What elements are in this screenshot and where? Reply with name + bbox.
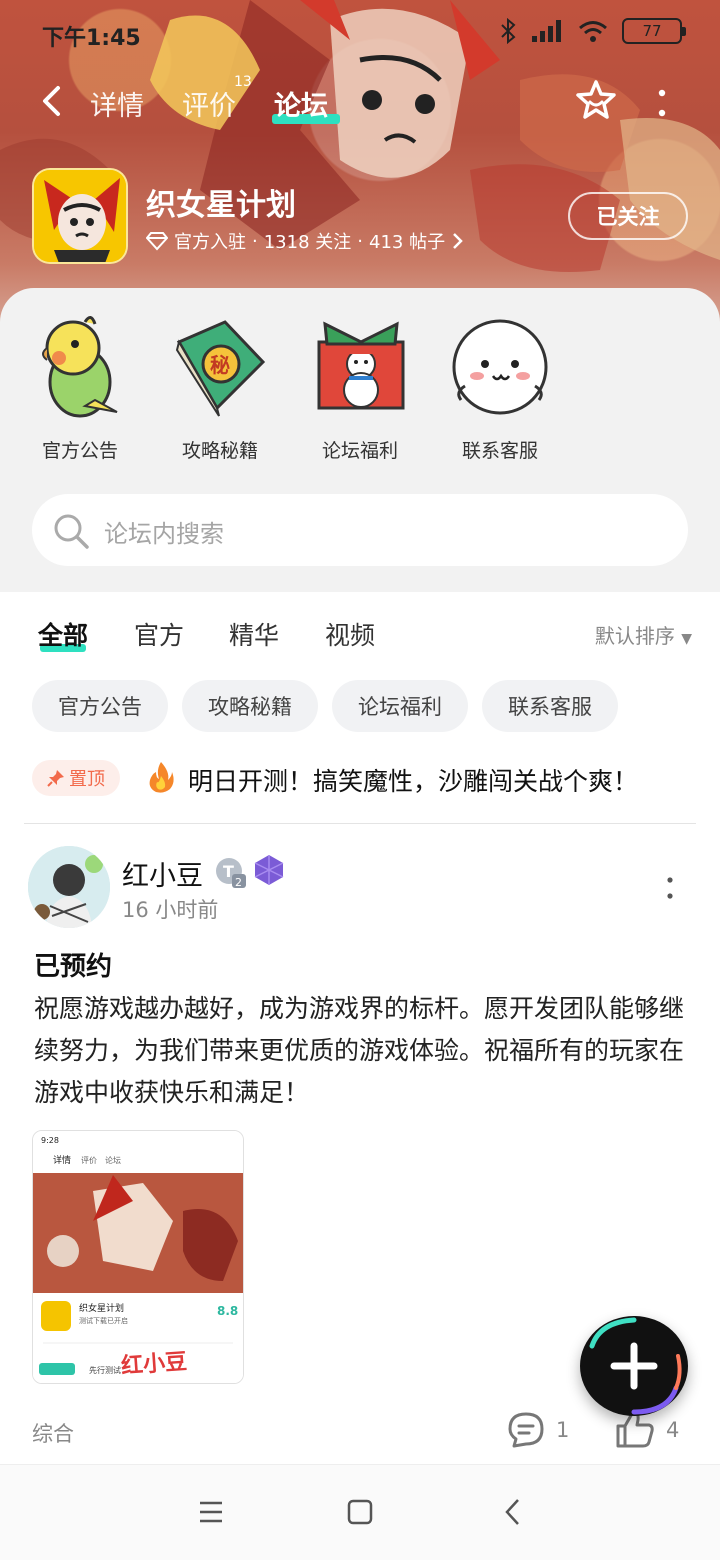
home-icon[interactable]	[347, 1499, 373, 1525]
post-body: 祝愿游戏越办越好，成为游戏界的标杆。愿开发团队能够继续努力，为我们带来更优质的游…	[34, 994, 685, 1107]
battery-indicator: 77	[622, 18, 686, 44]
status-bar: 下午1:45 77	[0, 0, 720, 66]
sort-dropdown[interactable]: 默认排序 ▼	[595, 620, 692, 649]
fire-icon	[149, 762, 174, 793]
search-icon	[54, 514, 89, 549]
top-nav: 详情 评价 13 论坛	[0, 70, 720, 134]
posts-count: 413 帖子	[369, 232, 446, 253]
screenshot-thumbnail: 9:28 详情 评价 论坛 织女星计划 测试下载已开启 8.8 先行测试 红小豆	[33, 1131, 243, 1383]
chevron-right-icon	[453, 233, 463, 249]
create-post-button[interactable]	[580, 1316, 688, 1416]
thumb-tab: 详情	[53, 1154, 71, 1166]
back-arrow-icon[interactable]	[36, 84, 70, 118]
more-options-icon[interactable]	[652, 88, 672, 118]
thumb-tab: 论坛	[105, 1155, 121, 1165]
post-more-icon[interactable]	[660, 874, 680, 902]
game-icon-art	[34, 170, 126, 262]
quick-entry-label: 论坛福利	[321, 440, 398, 462]
comment-count: 1	[556, 1418, 570, 1442]
status-icons: 77	[500, 18, 686, 44]
post-time: 16 小时前	[122, 898, 219, 922]
game-meta[interactable]: 官方入驻 · 1318 关注 · 413 帖子	[146, 228, 463, 254]
gift-box-icon	[317, 321, 405, 410]
pinned-post[interactable]: 置顶 明日开测！搞笑魔性，沙雕闯关战个爽！	[32, 758, 688, 802]
meta-separator: ·	[357, 230, 363, 252]
game-title: 织女星计划	[146, 188, 296, 223]
chip-support[interactable]: 联系客服	[482, 680, 618, 732]
quick-entry-label: 攻略秘籍	[181, 440, 258, 462]
tab-forum[interactable]: 论坛	[274, 84, 328, 123]
tab-details[interactable]: 详情	[90, 84, 144, 123]
tab-reviews[interactable]: 评价	[182, 84, 236, 123]
comment-icon[interactable]	[506, 1410, 546, 1450]
quick-entry-welfare[interactable]: 论坛福利	[290, 312, 430, 463]
filter-tab-video[interactable]: 视频	[325, 616, 375, 652]
watermark: 红小豆	[120, 1349, 188, 1380]
quick-entry-panel: 官方公告 秘 攻略秘籍 论坛福利 联系客服 论坛内搜索	[0, 288, 720, 592]
search-input[interactable]: 论坛内搜索	[104, 514, 224, 549]
forum-search[interactable]: 论坛内搜索	[32, 494, 688, 566]
thumb-subtitle: 测试下载已开启	[79, 1316, 128, 1325]
thumb-score: 8.8	[217, 1304, 238, 1318]
post-author[interactable]: 红小豆	[122, 854, 203, 893]
quick-entry-announcements[interactable]: 官方公告	[10, 312, 150, 463]
post-image[interactable]: 9:28 详情 评价 论坛 织女星计划 测试下载已开启 8.8 先行测试 红小豆	[32, 1130, 244, 1384]
meta-separator: ·	[252, 230, 258, 252]
pinned-badge-label: 置顶	[69, 769, 105, 790]
category-chips: 官方公告 攻略秘籍 论坛福利 联系客服	[0, 680, 720, 734]
secret-book-icon: 秘	[175, 320, 266, 417]
svg-text:2: 2	[235, 876, 242, 888]
status-time: 下午1:45	[42, 26, 141, 51]
bluetooth-icon	[501, 18, 516, 44]
parrot-icon	[42, 316, 118, 418]
dice-badge-icon	[254, 855, 284, 885]
quick-entry-label: 官方公告	[41, 440, 118, 462]
thumb-tab: 评价	[81, 1156, 97, 1165]
signal-icon	[532, 20, 561, 42]
avatar-image	[28, 846, 110, 928]
thumb-title: 织女星计划	[79, 1302, 124, 1314]
filter-tab-featured[interactable]: 精华	[229, 616, 279, 652]
diamond-icon	[146, 232, 168, 251]
svg-text:秘: 秘	[210, 353, 230, 377]
chip-guides[interactable]: 攻略秘籍	[182, 680, 318, 732]
pinned-badge: 置顶	[32, 760, 120, 796]
plus-icon	[589, 1317, 682, 1415]
system-nav-bar	[0, 1464, 720, 1560]
official-label: 官方入驻	[174, 232, 246, 253]
caret-down-icon: ▼	[681, 631, 692, 647]
chip-announcements[interactable]: 官方公告	[32, 680, 168, 732]
thumb-btn: 先行测试	[89, 1365, 121, 1375]
back-nav-icon[interactable]	[504, 1498, 520, 1526]
follow-button[interactable]: 已关注	[568, 192, 688, 240]
sort-label: 默认排序	[594, 624, 675, 648]
quick-entry-guides[interactable]: 秘 攻略秘籍	[150, 312, 290, 463]
avatar[interactable]	[28, 846, 110, 928]
wifi-icon	[579, 21, 607, 42]
favorite-star-icon[interactable]	[574, 78, 618, 122]
pin-icon	[47, 770, 64, 787]
post-title: 已预约	[34, 952, 113, 982]
chip-welfare[interactable]: 论坛福利	[332, 680, 468, 732]
filter-tab-official[interactable]: 官方	[134, 616, 184, 652]
filter-tab-all[interactable]: 全部	[38, 616, 88, 652]
menu-icon[interactable]	[199, 1501, 223, 1523]
divider	[24, 823, 696, 824]
review-count: 13	[234, 74, 252, 90]
game-info: 织女星计划 官方入驻 · 1318 关注 · 413 帖子 已关注	[0, 162, 720, 272]
followers-count: 1318 关注	[263, 232, 352, 253]
quick-entry-label: 联系客服	[461, 440, 538, 462]
post-category[interactable]: 综合	[32, 1418, 74, 1448]
level-badge-icon: T 2	[216, 858, 246, 888]
quick-entry-support[interactable]: 联系客服	[430, 312, 570, 463]
pinned-post-title: 明日开测！搞笑魔性，沙雕闯关战个爽！	[188, 767, 639, 796]
ghost-support-icon	[452, 319, 548, 415]
game-icon[interactable]	[32, 168, 128, 264]
like-count: 4	[666, 1418, 680, 1442]
thumb-time: 9:28	[41, 1136, 59, 1145]
filter-tabs: 全部 官方 精华 视频 默认排序 ▼	[0, 594, 720, 674]
